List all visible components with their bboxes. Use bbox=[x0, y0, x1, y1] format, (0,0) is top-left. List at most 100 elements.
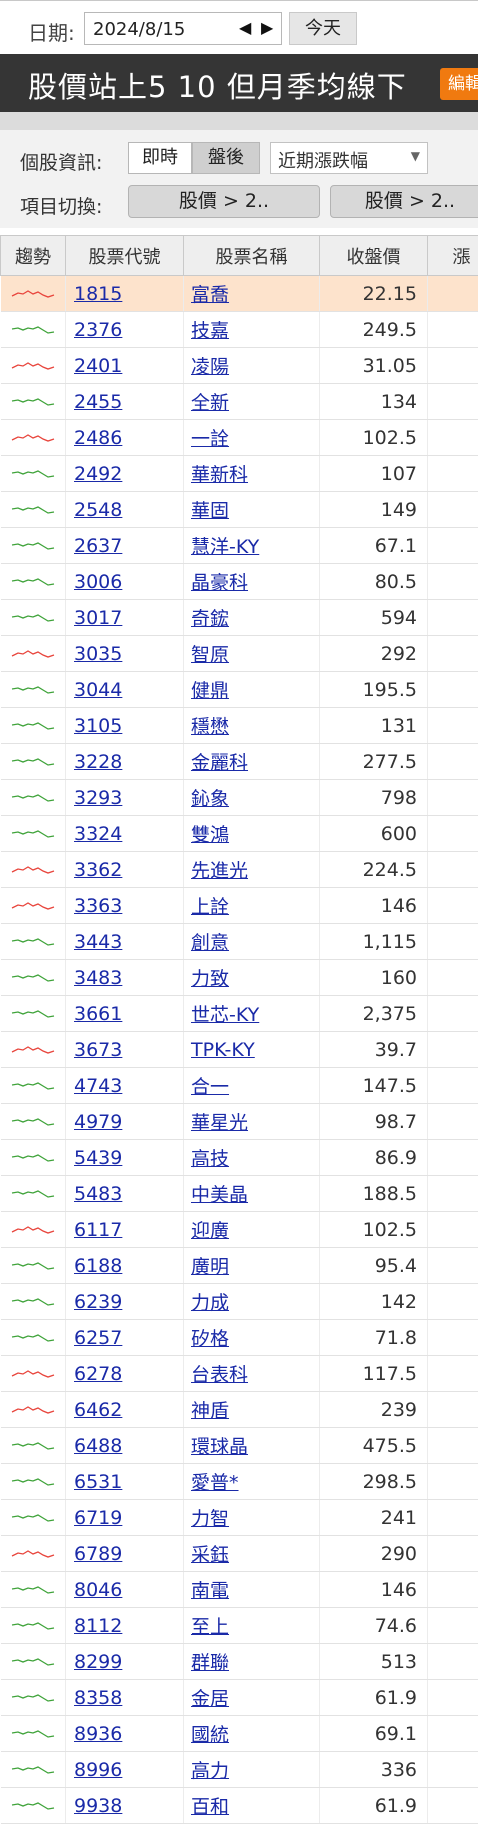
realtime-toggle[interactable]: 即時 bbox=[128, 142, 192, 174]
table-row[interactable]: 8358 金居 61.9 bbox=[0, 1679, 478, 1716]
stock-name-link[interactable]: 南電 bbox=[191, 1580, 229, 1602]
stock-name-link[interactable]: 國統 bbox=[191, 1724, 229, 1746]
stock-code-link[interactable]: 2401 bbox=[74, 355, 122, 377]
stock-name-link[interactable]: 神盾 bbox=[191, 1400, 229, 1422]
stock-name-link[interactable]: 富喬 bbox=[191, 284, 229, 306]
stock-name-link[interactable]: 全新 bbox=[191, 392, 229, 414]
stock-code-link[interactable]: 1815 bbox=[74, 283, 122, 305]
stock-code-link[interactable]: 6278 bbox=[74, 1363, 122, 1385]
stock-code-link[interactable]: 4743 bbox=[74, 1075, 122, 1097]
table-row[interactable]: 6188 廣明 95.4 bbox=[0, 1247, 478, 1284]
stock-code-link[interactable]: 5483 bbox=[74, 1183, 122, 1205]
header-close[interactable]: 收盤價 bbox=[319, 235, 428, 276]
stock-name-link[interactable]: 凌陽 bbox=[191, 356, 229, 378]
table-row[interactable]: 3661 世芯-KY 2,375 bbox=[0, 995, 478, 1032]
stock-name-link[interactable]: 至上 bbox=[191, 1616, 229, 1638]
table-row[interactable]: 6239 力成 142 bbox=[0, 1283, 478, 1320]
stock-code-link[interactable]: 3673 bbox=[74, 1039, 122, 1061]
stock-name-link[interactable]: 力成 bbox=[191, 1292, 229, 1314]
table-row[interactable]: 3006 晶豪科 80.5 bbox=[0, 563, 478, 600]
stock-name-link[interactable]: 中美晶 bbox=[191, 1184, 248, 1206]
table-row[interactable]: 2637 慧洋-KY 67.1 bbox=[0, 527, 478, 564]
stock-code-link[interactable]: 6117 bbox=[74, 1219, 122, 1241]
edit-button[interactable]: 編輯 bbox=[440, 68, 478, 100]
stock-name-link[interactable]: 健鼎 bbox=[191, 680, 229, 702]
stock-code-link[interactable]: 6719 bbox=[74, 1507, 122, 1529]
stock-name-link[interactable]: 合一 bbox=[191, 1076, 229, 1098]
stock-name-link[interactable]: 智原 bbox=[191, 644, 229, 666]
table-row[interactable]: 2486 一詮 102.5 bbox=[0, 419, 478, 456]
closing-toggle[interactable]: 盤後 bbox=[192, 142, 260, 174]
stock-code-link[interactable]: 3035 bbox=[74, 643, 122, 665]
stock-code-link[interactable]: 8936 bbox=[74, 1723, 122, 1745]
stock-code-link[interactable]: 2486 bbox=[74, 427, 122, 449]
stock-name-link[interactable]: 台表科 bbox=[191, 1364, 248, 1386]
header-change[interactable]: 漲 bbox=[427, 235, 478, 276]
stock-name-link[interactable]: 先進光 bbox=[191, 860, 248, 882]
stock-code-link[interactable]: 6239 bbox=[74, 1291, 122, 1313]
table-row[interactable]: 8299 群聯 513 bbox=[0, 1643, 478, 1680]
header-trend[interactable]: 趨勢 bbox=[0, 235, 66, 276]
stock-code-link[interactable]: 8996 bbox=[74, 1759, 122, 1781]
table-row[interactable]: 3228 金麗科 277.5 bbox=[0, 743, 478, 780]
stock-name-link[interactable]: 金居 bbox=[191, 1688, 229, 1710]
period-select[interactable]: 近期漲跌幅 ▼ bbox=[270, 142, 428, 174]
stock-code-link[interactable]: 6257 bbox=[74, 1327, 122, 1349]
stock-name-link[interactable]: 穩懋 bbox=[191, 716, 229, 738]
stock-name-link[interactable]: 世芯-KY bbox=[191, 1004, 259, 1026]
table-row[interactable]: 3483 力致 160 bbox=[0, 959, 478, 996]
table-row[interactable]: 2376 技嘉 249.5 bbox=[0, 311, 478, 348]
table-row[interactable]: 3362 先進光 224.5 bbox=[0, 851, 478, 888]
table-row[interactable]: 6789 采鈺 290 bbox=[0, 1535, 478, 1572]
stock-code-link[interactable]: 8112 bbox=[74, 1615, 122, 1637]
stock-code-link[interactable]: 3105 bbox=[74, 715, 122, 737]
stock-code-link[interactable]: 6488 bbox=[74, 1435, 122, 1457]
date-input[interactable]: 2024/8/15 ◀ ▶ bbox=[84, 12, 282, 45]
stock-name-link[interactable]: 鈊象 bbox=[191, 788, 229, 810]
switch-button-1[interactable]: 股價 > 2.. bbox=[128, 185, 320, 218]
stock-name-link[interactable]: 上詮 bbox=[191, 896, 229, 918]
stock-code-link[interactable]: 3293 bbox=[74, 787, 122, 809]
stock-code-link[interactable]: 3324 bbox=[74, 823, 122, 845]
stock-name-link[interactable]: 創意 bbox=[191, 932, 229, 954]
table-row[interactable]: 4743 合一 147.5 bbox=[0, 1067, 478, 1104]
stock-name-link[interactable]: 技嘉 bbox=[191, 320, 229, 342]
stock-code-link[interactable]: 2376 bbox=[74, 319, 122, 341]
stock-name-link[interactable]: TPK-KY bbox=[191, 1039, 255, 1061]
table-row[interactable]: 5483 中美晶 188.5 bbox=[0, 1175, 478, 1212]
stock-code-link[interactable]: 9938 bbox=[74, 1795, 122, 1817]
stock-code-link[interactable]: 3363 bbox=[74, 895, 122, 917]
table-row[interactable]: 3324 雙鴻 600 bbox=[0, 815, 478, 852]
stock-code-link[interactable]: 8299 bbox=[74, 1651, 122, 1673]
table-row[interactable]: 6117 迎廣 102.5 bbox=[0, 1211, 478, 1248]
stock-name-link[interactable]: 雙鴻 bbox=[191, 824, 229, 846]
stock-code-link[interactable]: 6789 bbox=[74, 1543, 122, 1565]
stock-name-link[interactable]: 高技 bbox=[191, 1148, 229, 1170]
stock-code-link[interactable]: 2492 bbox=[74, 463, 122, 485]
stock-name-link[interactable]: 力致 bbox=[191, 968, 229, 990]
table-row[interactable]: 2401 凌陽 31.05 bbox=[0, 347, 478, 384]
table-row[interactable]: 8046 南電 146 bbox=[0, 1571, 478, 1608]
stock-name-link[interactable]: 矽格 bbox=[191, 1328, 229, 1350]
stock-code-link[interactable]: 4979 bbox=[74, 1111, 122, 1133]
table-row[interactable]: 6488 環球晶 475.5 bbox=[0, 1427, 478, 1464]
stock-code-link[interactable]: 3044 bbox=[74, 679, 122, 701]
stock-code-link[interactable]: 3362 bbox=[74, 859, 122, 881]
header-code[interactable]: 股票代號 bbox=[65, 235, 184, 276]
next-date-icon[interactable]: ▶ bbox=[261, 18, 273, 37]
stock-code-link[interactable]: 2637 bbox=[74, 535, 122, 557]
stock-name-link[interactable]: 采鈺 bbox=[191, 1544, 229, 1566]
stock-name-link[interactable]: 晶豪科 bbox=[191, 572, 248, 594]
stock-name-link[interactable]: 群聯 bbox=[191, 1652, 229, 1674]
stock-name-link[interactable]: 奇鋐 bbox=[191, 608, 229, 630]
stock-code-link[interactable]: 3017 bbox=[74, 607, 122, 629]
stock-name-link[interactable]: 迎廣 bbox=[191, 1220, 229, 1242]
stock-name-link[interactable]: 高力 bbox=[191, 1760, 229, 1782]
stock-name-link[interactable]: 華新科 bbox=[191, 464, 248, 486]
switch-button-2[interactable]: 股價 > 2.. bbox=[330, 185, 478, 218]
table-row[interactable]: 3363 上詮 146 bbox=[0, 887, 478, 924]
table-row[interactable]: 2492 華新科 107 bbox=[0, 455, 478, 492]
stock-name-link[interactable]: 環球晶 bbox=[191, 1436, 248, 1458]
table-row[interactable]: 3443 創意 1,115 bbox=[0, 923, 478, 960]
stock-code-link[interactable]: 6462 bbox=[74, 1399, 122, 1421]
